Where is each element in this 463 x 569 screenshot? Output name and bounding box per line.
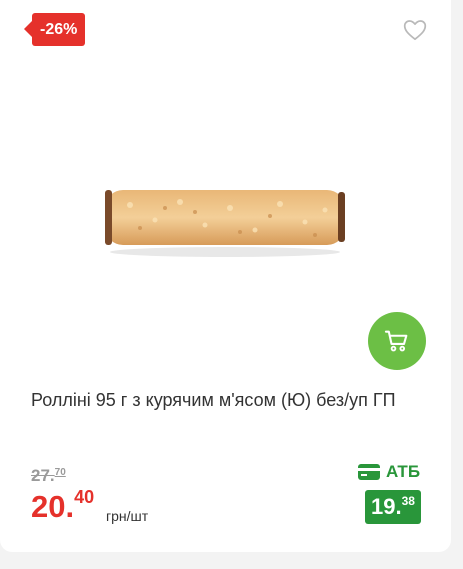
cart-icon <box>384 330 408 352</box>
product-image[interactable] <box>100 180 350 260</box>
loyalty-price-cents: 38 <box>401 494 415 508</box>
loyalty-label-text: АТБ <box>386 462 421 481</box>
loyalty-label: АТБ <box>358 462 420 482</box>
product-title[interactable]: Ролліні 95 г з курячим м'ясом (Ю) без/уп… <box>31 388 431 412</box>
price-int: 20 <box>31 489 66 524</box>
discount-badge: -26% <box>23 13 86 46</box>
loyalty-price-int: 19. <box>371 494 402 519</box>
old-price: 27.70 <box>31 466 66 486</box>
product-card[interactable]: -26% Ролліні 95 г з курячим м'ясом (Ю) б… <box>0 0 451 552</box>
add-to-cart-button[interactable] <box>368 312 426 370</box>
loyalty-price: 19.38 <box>365 490 421 524</box>
price-cents: 40 <box>74 487 95 507</box>
current-price: 20.40 <box>31 487 94 527</box>
card-icon <box>358 464 380 480</box>
price-unit: грн/шт <box>106 508 149 524</box>
heart-icon[interactable] <box>402 17 428 43</box>
price-dot: . <box>65 489 75 524</box>
old-price-int: 27. <box>31 466 55 485</box>
old-price-cents: 70 <box>54 467 66 478</box>
